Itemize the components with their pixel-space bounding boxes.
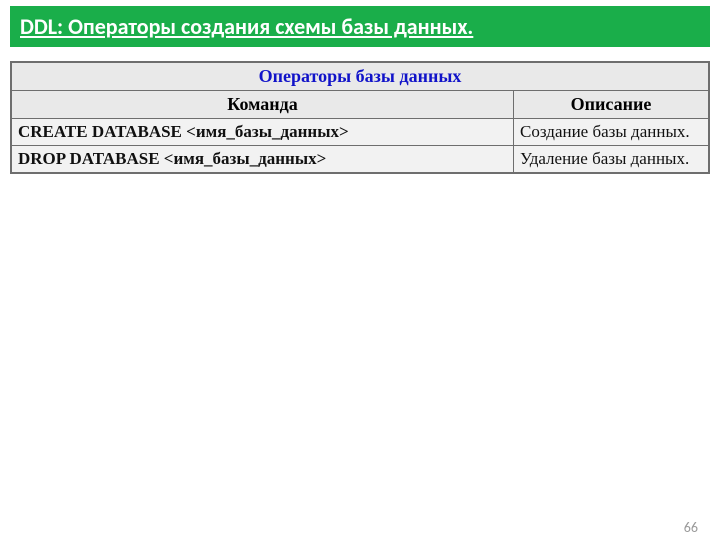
table-caption-row: Операторы базы данных [11, 62, 709, 91]
page-number: 66 [684, 519, 698, 536]
table-header-row: Команда Описание [11, 91, 709, 119]
table-container: Операторы базы данных Команда Описание C… [10, 61, 710, 174]
cell-description: Удаление базы данных. [514, 146, 709, 174]
col-command: Команда [11, 91, 514, 119]
operators-table: Операторы базы данных Команда Описание C… [10, 61, 710, 174]
table-row: DROP DATABASE <имя_базы_данных> Удаление… [11, 146, 709, 174]
cell-description: Создание базы данных. [514, 119, 709, 146]
slide-header: DDL: Операторы создания схемы базы данны… [10, 6, 710, 47]
cell-command: CREATE DATABASE <имя_базы_данных> [11, 119, 514, 146]
slide-title: DDL: Операторы создания схемы базы данны… [20, 13, 700, 40]
col-description: Описание [514, 91, 709, 119]
cell-command: DROP DATABASE <имя_базы_данных> [11, 146, 514, 174]
table-caption: Операторы базы данных [11, 62, 709, 91]
table-row: CREATE DATABASE <имя_базы_данных> Создан… [11, 119, 709, 146]
